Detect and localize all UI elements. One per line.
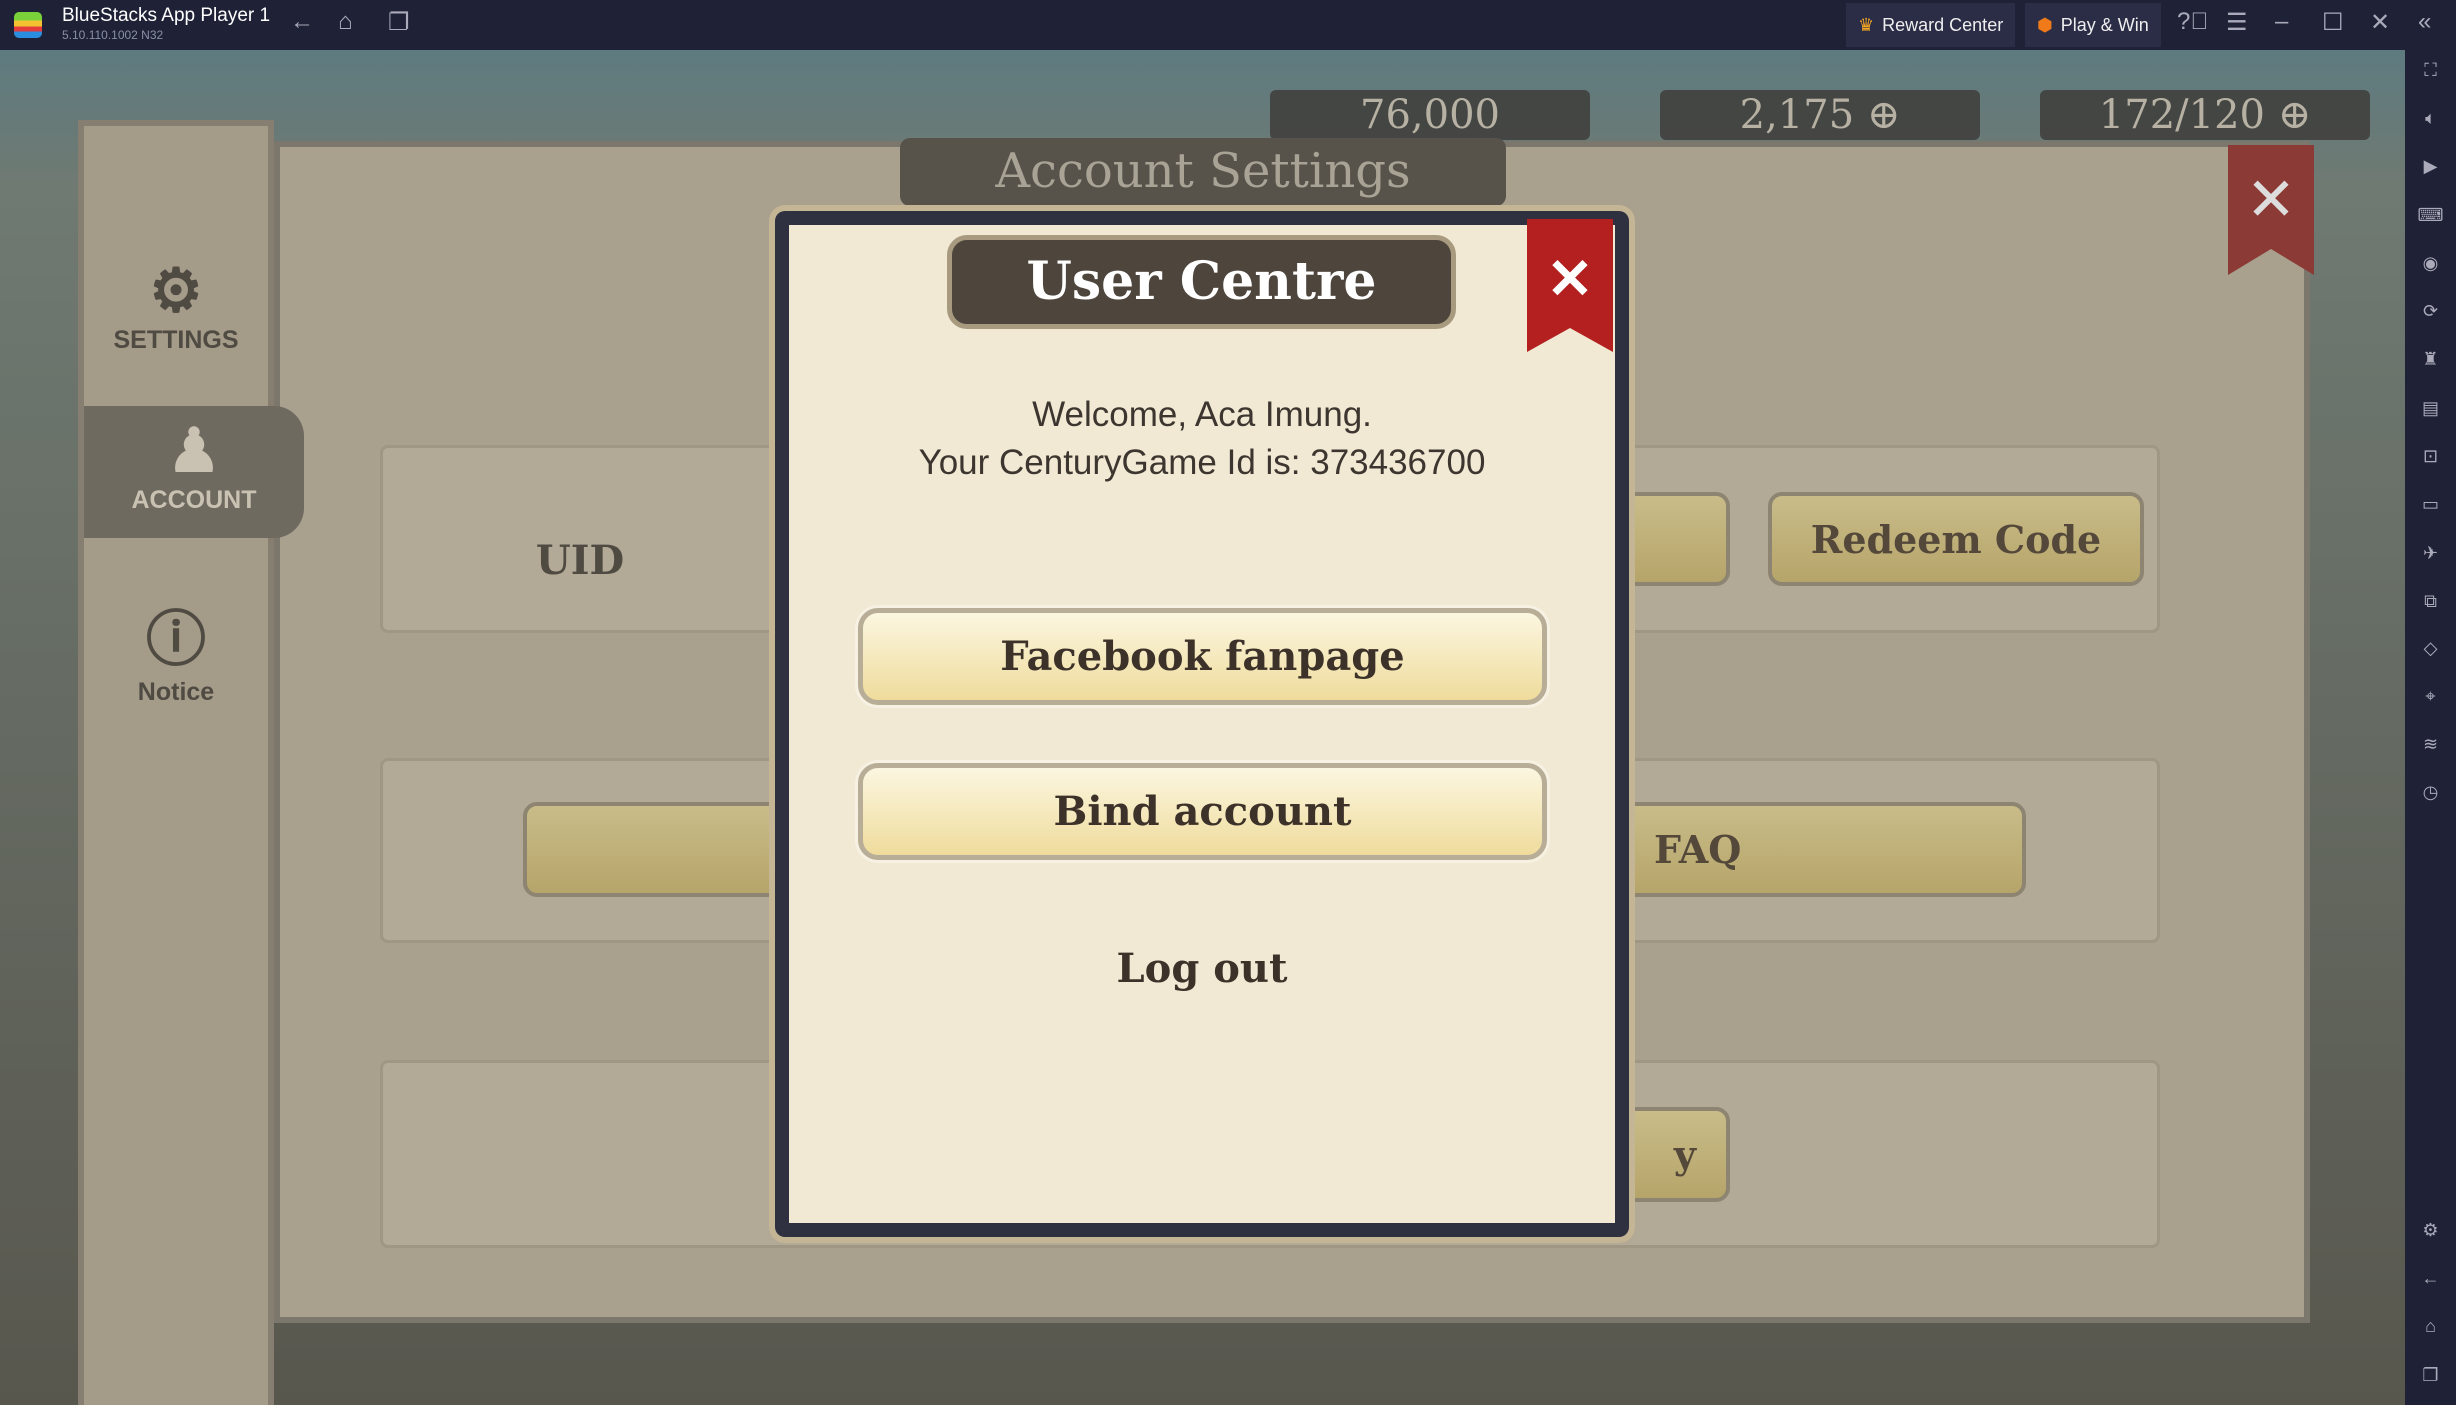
coins-value: 76,000 <box>1360 92 1500 138</box>
play-win-label: Play & Win <box>2060 14 2149 35</box>
account-settings-title: Account Settings <box>900 138 1506 206</box>
badge-icon: ⬢ <box>2037 14 2053 35</box>
fullscreen-icon[interactable]: ⛶ <box>2405 60 2456 81</box>
media-icon[interactable]: ▶ <box>2405 156 2456 177</box>
multi-instance-icon[interactable]: ⧉ <box>2405 591 2456 612</box>
sync-icon[interactable]: ◷ <box>2405 782 2456 803</box>
facebook-fanpage-button[interactable]: Facebook fanpage <box>858 608 1547 705</box>
recents-nav-icon[interactable]: ❐ <box>2405 1365 2456 1386</box>
folder-icon[interactable]: ▭ <box>2405 494 2456 515</box>
log-out-button[interactable]: Log out <box>1050 938 1354 998</box>
redeem-code-button[interactable]: Redeem Code <box>1768 492 2144 586</box>
game-id-text: Your CenturyGame Id is: 373436700 <box>918 443 1486 482</box>
play-win-button[interactable]: ⬢ Play & Win <box>2025 3 2161 47</box>
home-nav-icon[interactable]: ⌂ <box>2405 1316 2456 1337</box>
bluestacks-logo <box>14 12 42 38</box>
close-window-icon[interactable]: ✕ <box>2370 8 2390 37</box>
eco-mode-icon[interactable]: ◇ <box>2405 638 2456 659</box>
menu-icon[interactable]: ☰ <box>2226 8 2248 37</box>
back-icon[interactable]: ← <box>290 8 314 36</box>
uid-label: UID <box>535 537 625 584</box>
faq-button[interactable]: FAQ <box>1620 802 2026 897</box>
dialog-title: User Centre <box>947 235 1456 329</box>
gems-counter: 2,175 ⊕ <box>1660 90 1980 140</box>
volume-icon[interactable]: 🔈︎ <box>2405 108 2456 129</box>
minimize-icon[interactable]: – <box>2275 8 2288 36</box>
right-toolbar: ⛶ 🔈︎ ▶ ⌨ ◉ ⟳ ♜ ▤ ⊡ ▭ ✈ ⧉ ◇ ⌖ ≋ ◷ ⚙ ← ⌂ ❐ <box>2405 50 2456 1405</box>
gems-value: 2,175 <box>1739 92 1855 138</box>
record-icon[interactable]: ◉ <box>2405 253 2456 274</box>
welcome-text: Welcome, Aca Imung. <box>1032 395 1372 434</box>
recent-apps-icon[interactable]: ❐ <box>388 8 410 37</box>
rotate-icon[interactable]: ⟳ <box>2405 301 2456 322</box>
nav-settings-label: SETTINGS <box>113 326 239 354</box>
gear-icon: ⚙ <box>149 257 203 324</box>
app-version: 5.10.110.1002 N32 <box>62 28 164 42</box>
maximize-icon[interactable]: ☐ <box>2322 8 2344 37</box>
apk-icon[interactable]: ▤ <box>2405 398 2456 419</box>
add-gems-icon[interactable]: ⊕ <box>1867 92 1901 138</box>
help-icon[interactable]: ?⃝ <box>2177 8 2208 36</box>
crown-icon: ♛ <box>1858 14 1875 35</box>
app-title: BlueStacks App Player 1 <box>62 5 271 26</box>
title-bar: BlueStacks App Player 1 5.10.110.1002 N3… <box>0 0 2456 50</box>
nav-notice-label: Notice <box>137 678 215 706</box>
settings-nav: ⚙ SETTINGS ♟ ACCOUNT ⓘ Notice <box>78 120 304 1405</box>
add-stamina-icon[interactable]: ⊕ <box>2278 92 2312 138</box>
stamina-counter: 172/120 ⊕ <box>2040 90 2370 140</box>
reward-center-button[interactable]: ♛ Reward Center <box>1846 3 2016 47</box>
coins-counter: 76,000 <box>1270 90 1590 140</box>
collapse-sidebar-icon[interactable]: « <box>2418 8 2431 36</box>
reward-center-label: Reward Center <box>1882 14 2004 35</box>
nav-notice[interactable]: ⓘ Notice <box>84 591 268 707</box>
layers-icon[interactable]: ≋ <box>2405 734 2456 755</box>
location-icon[interactable]: ⌖ <box>2405 686 2456 707</box>
exclamation-icon: ⓘ <box>146 606 206 673</box>
back-nav-icon[interactable]: ← <box>2405 1268 2456 1289</box>
bind-account-button[interactable]: Bind account <box>858 763 1547 860</box>
screenshot-icon[interactable]: ⊡ <box>2405 446 2456 467</box>
home-icon[interactable]: ⌂ <box>338 8 353 36</box>
macro-icon[interactable]: ♜ <box>2405 349 2456 370</box>
stamina-value: 172/120 <box>2098 92 2265 138</box>
airplane-icon[interactable]: ✈ <box>2405 543 2456 564</box>
nav-account[interactable]: ♟ ACCOUNT <box>84 406 304 538</box>
settings-icon[interactable]: ⚙ <box>2405 1220 2456 1241</box>
nav-account-label: ACCOUNT <box>131 486 257 514</box>
user-centre-dialog <box>775 211 1629 1237</box>
keyboard-icon[interactable]: ⌨ <box>2405 205 2456 226</box>
account-icon: ♟ <box>167 417 221 484</box>
nav-settings[interactable]: ⚙ SETTINGS <box>84 256 268 355</box>
